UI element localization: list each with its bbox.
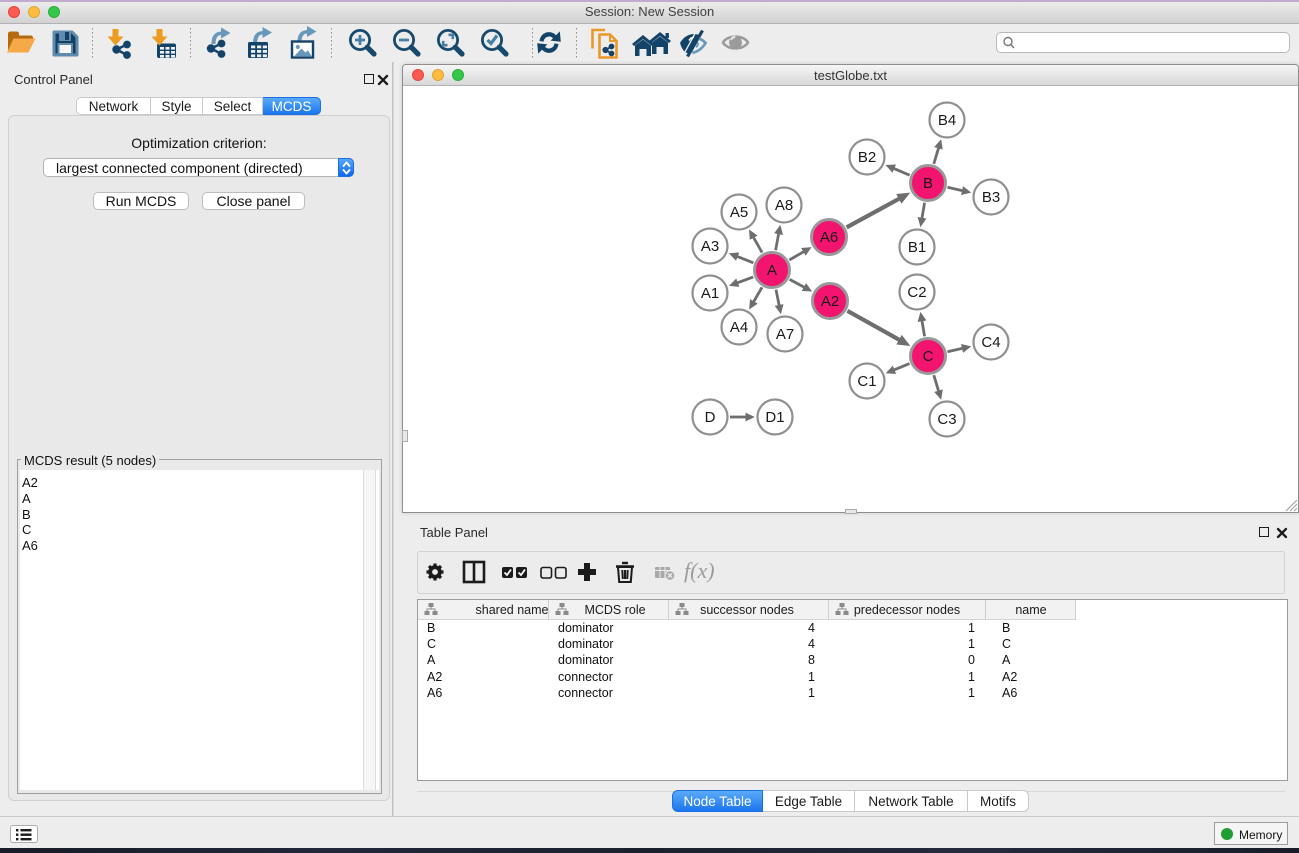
svg-text:B3: B3	[982, 189, 1000, 206]
svg-text:C: C	[923, 348, 934, 365]
svg-text:A3: A3	[701, 238, 719, 255]
svg-text:C1: C1	[857, 373, 876, 390]
svg-text:A: A	[767, 262, 777, 279]
svg-text:A8: A8	[775, 197, 793, 214]
svg-text:A5: A5	[730, 204, 748, 221]
svg-text:C3: C3	[937, 411, 956, 428]
svg-text:C2: C2	[907, 284, 926, 301]
svg-text:A7: A7	[776, 326, 794, 343]
svg-text:D: D	[705, 409, 716, 426]
svg-text:B: B	[923, 175, 933, 192]
svg-text:A2: A2	[821, 293, 839, 310]
svg-text:B4: B4	[938, 112, 956, 129]
svg-text:B1: B1	[908, 239, 926, 256]
svg-text:A4: A4	[730, 319, 748, 336]
svg-text:B2: B2	[858, 149, 876, 166]
svg-text:A1: A1	[701, 285, 719, 302]
svg-text:A6: A6	[820, 229, 838, 246]
svg-text:D1: D1	[765, 409, 784, 426]
svg-text:C4: C4	[981, 334, 1000, 351]
